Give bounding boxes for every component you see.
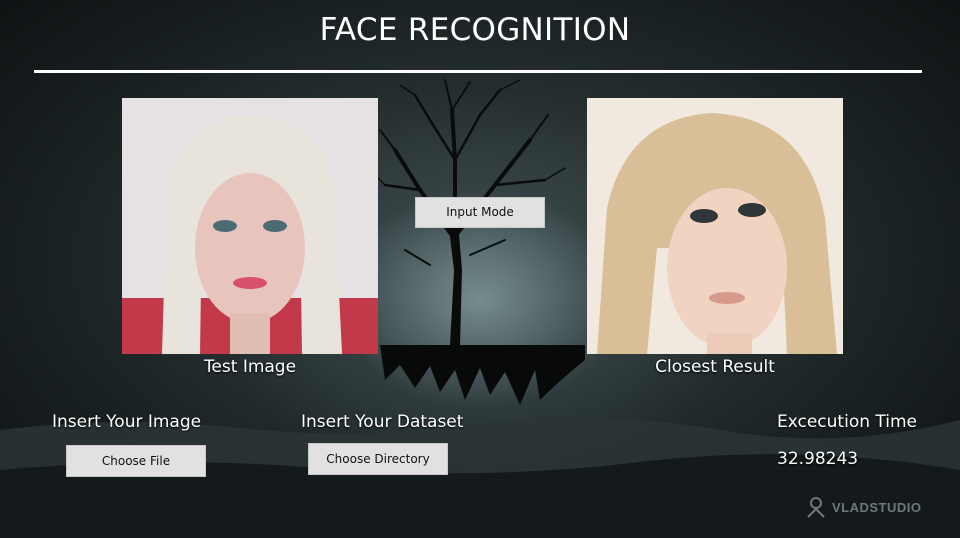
test-image bbox=[122, 98, 378, 354]
closest-result-image bbox=[587, 98, 843, 354]
choose-file-button[interactable]: Choose File bbox=[66, 445, 206, 477]
vladstudio-logo-icon bbox=[807, 497, 825, 518]
title-divider bbox=[34, 70, 922, 73]
vladstudio-watermark: VLADSTUDIO bbox=[806, 496, 922, 518]
page-title: FACE RECOGNITION bbox=[319, 12, 631, 48]
execution-time-label: Excecution Time bbox=[777, 412, 918, 432]
insert-dataset-label: Insert Your Dataset bbox=[301, 412, 464, 432]
choose-directory-button[interactable]: Choose Directory bbox=[308, 443, 448, 475]
closest-result-caption: Closest Result bbox=[655, 357, 775, 377]
test-image-caption: Test Image bbox=[203, 357, 297, 377]
portrait-photo-icon bbox=[122, 98, 378, 354]
insert-image-label: Insert Your Image bbox=[52, 412, 202, 432]
execution-time-value: 32.98243 bbox=[777, 449, 859, 469]
input-mode-button[interactable]: Input Mode bbox=[415, 197, 545, 228]
watermark-text: VLADSTUDIO bbox=[832, 499, 922, 515]
portrait-photo-icon bbox=[587, 98, 843, 354]
